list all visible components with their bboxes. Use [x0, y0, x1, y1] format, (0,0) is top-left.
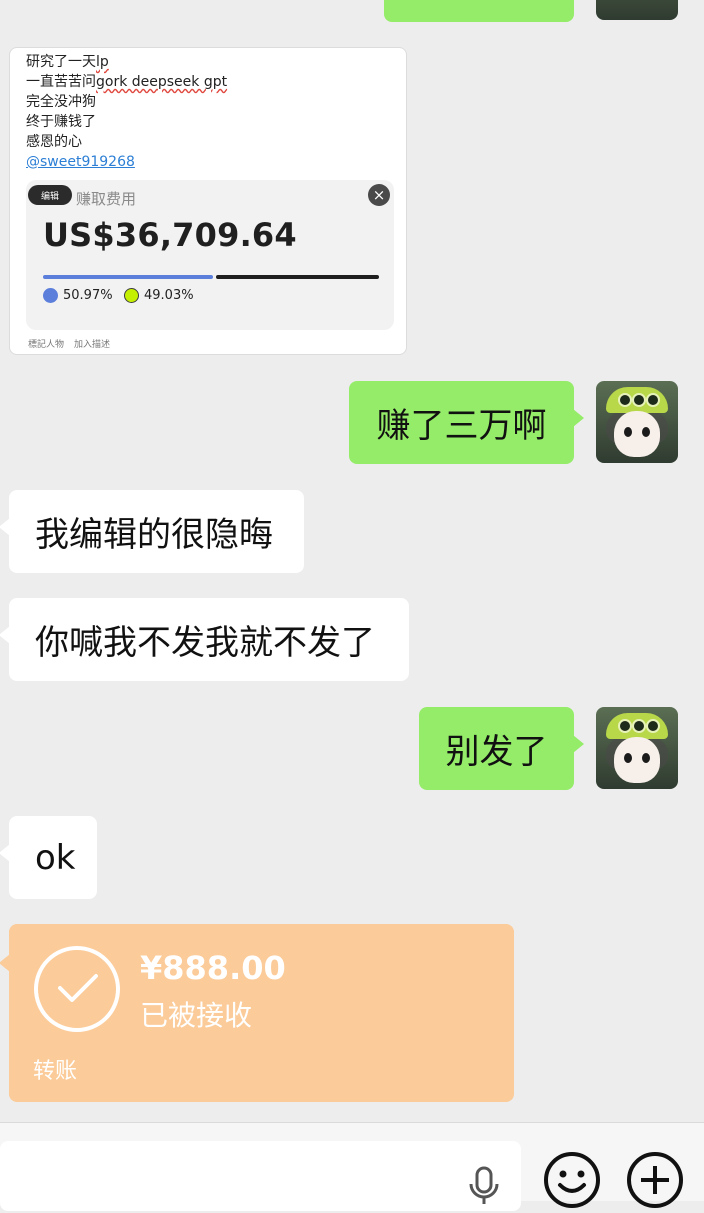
emoji-icon[interactable]: [543, 1151, 601, 1213]
check-icon: [34, 946, 120, 1032]
message-text: 赚了三万啊: [376, 406, 547, 446]
screenshot-footer: 標記人物 加入描述: [28, 340, 111, 350]
message-me-2[interactable]: 别发了: [419, 707, 584, 790]
message-text: ok: [35, 837, 76, 878]
avatar[interactable]: [596, 381, 678, 463]
avatar[interactable]: [596, 707, 678, 789]
fee-amount: US$36,709.64: [43, 216, 297, 254]
transfer-amount: ¥888.00: [140, 949, 286, 987]
edit-tag: 编辑: [28, 185, 72, 205]
ratio-bar-b: [216, 275, 379, 279]
top-cutoff-avatar[interactable]: [596, 0, 678, 20]
token-a-icon: [43, 288, 58, 303]
message-text: 我编辑的很隐晦: [35, 515, 273, 555]
message-other-2[interactable]: 你喊我不发我就不发了: [0, 598, 409, 681]
screenshot-image[interactable]: 研究了一天lp 一直苦苦问gork deepseek gpt 完全没冲狗 终于赚…: [9, 47, 407, 355]
screenshot-fee-card: 编辑 赚取费用 × US$36,709.64 50.97% 49.03%: [26, 180, 394, 330]
close-icon: ×: [368, 184, 390, 206]
message-other-1[interactable]: 我编辑的很隐晦: [0, 490, 304, 573]
input-bar: [0, 1122, 704, 1211]
message-text: 你喊我不发我就不发了: [35, 623, 375, 663]
token-b-icon: [124, 288, 139, 303]
mic-icon[interactable]: [467, 1166, 501, 1210]
transfer-status: 已被接收: [140, 999, 253, 1032]
ratio-bar-a: [43, 275, 213, 279]
message-text: 别发了: [445, 732, 548, 772]
fee-label: 赚取费用: [76, 190, 137, 208]
pct-a: 50.97%: [43, 288, 113, 303]
message-input[interactable]: [0, 1141, 521, 1211]
pct-b: 49.03%: [124, 288, 194, 303]
top-cutoff-bubble: [384, 0, 574, 22]
screenshot-handle: @sweet919268: [26, 154, 135, 170]
transfer-card[interactable]: ¥888.00 已被接收 转账: [0, 924, 514, 1102]
message-other-3[interactable]: ok: [0, 816, 97, 899]
screenshot-text: 研究了一天lp 一直苦苦问gork deepseek gpt 完全没冲狗 终于赚…: [26, 54, 228, 170]
plus-icon[interactable]: [626, 1151, 684, 1213]
transfer-kind: 转账: [33, 1059, 78, 1084]
message-me-1[interactable]: 赚了三万啊: [349, 381, 584, 464]
